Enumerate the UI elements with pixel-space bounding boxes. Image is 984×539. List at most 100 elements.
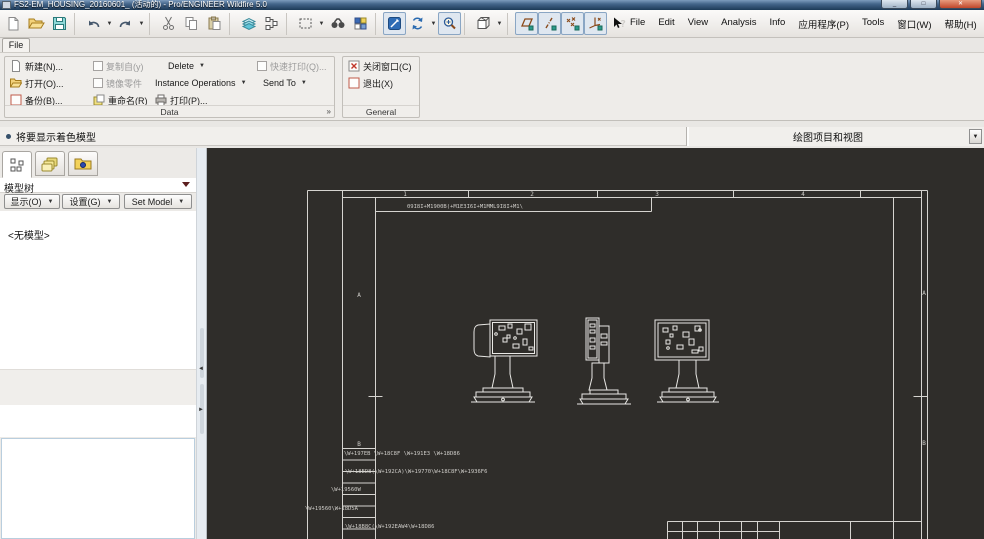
- toolbar-separator: [149, 13, 155, 35]
- title-bar: FS2-EM_HOUSING_20160601_ (活动的) - Pro/ENG…: [0, 0, 984, 10]
- drawing-panel-header: 绘图项目和视图 ▼: [686, 127, 984, 146]
- model-tree-header-dropdown-icon[interactable]: [182, 182, 190, 187]
- folder-browser-tab-icon: [74, 156, 92, 172]
- drawing-panel-dropdown-button[interactable]: ▼: [969, 129, 982, 144]
- context-help-icon[interactable]: ?: [607, 12, 630, 35]
- model-tree-header: 模型树: [0, 178, 196, 193]
- appearance-grid-icon[interactable]: [349, 12, 372, 35]
- tab-layer-tree[interactable]: [35, 151, 65, 176]
- drawing-annotations: 09I8I+M1900B(+M1E3I6I+M1MML9I8I+M1\ \W+1…: [305, 204, 523, 530]
- data-group-label: Data: [5, 105, 334, 117]
- side-view[interactable]: [577, 318, 631, 404]
- quick-print-icon: [257, 61, 267, 71]
- model-tree-empty-item[interactable]: <无模型>: [0, 211, 196, 242]
- open-button[interactable]: 打开(O)...: [10, 76, 64, 90]
- menu-help[interactable]: 帮助(H): [945, 17, 977, 31]
- redo-icon[interactable]: [114, 12, 137, 35]
- datum-csys-icon[interactable]: [584, 12, 607, 35]
- view-orientation-icon[interactable]: [472, 12, 495, 35]
- delete-button[interactable]: Delete▼: [168, 59, 205, 73]
- menu-bar: File Edit View Analysis Info 应用程序(P) Too…: [630, 17, 981, 31]
- mirror-part-button[interactable]: 镜像零件: [93, 76, 142, 90]
- navigator-splitter[interactable]: ◄ ►: [196, 148, 207, 539]
- shaded-view-icon[interactable]: [383, 12, 406, 35]
- close-window-button[interactable]: 关闭窗口(C): [348, 59, 412, 73]
- copy-icon[interactable]: [180, 12, 203, 35]
- tab-folder-browser[interactable]: [68, 151, 98, 176]
- close-button[interactable]: ✕: [939, 0, 982, 9]
- message-text: 将要显示着色模型: [16, 129, 96, 144]
- collapse-left-icon[interactable]: ◄: [198, 366, 204, 372]
- minimize-button[interactable]: _: [881, 0, 908, 9]
- datum-planes-icon[interactable]: [515, 12, 538, 35]
- send-to-button[interactable]: Send To▼: [263, 76, 307, 90]
- select-box-icon[interactable]: [294, 12, 317, 35]
- copy-from-icon: [93, 61, 103, 71]
- navigator-lower-strip: [0, 369, 196, 405]
- front-view[interactable]: [471, 320, 537, 402]
- undo-icon[interactable]: [82, 12, 105, 35]
- annotation: \W+19560\W+18D5A: [305, 506, 359, 512]
- data-group-chevron-icon[interactable]: »: [327, 107, 331, 116]
- drawing-canvas[interactable]: 1 2 3 4 A A B B 09I8I+M1900B(+M1E3I6I+M1…: [207, 148, 984, 539]
- annotation: \W+18ED8(\W+192CA)\W+19770\W+18C8F\W+193…: [345, 469, 487, 475]
- navigator-panel: 模型树 显示(O)▼ 设置(G)▼ Set Model▼ <无模型>: [0, 148, 196, 539]
- layer-tree-tab-icon: [41, 156, 59, 172]
- select-dropdown-arrow[interactable]: ▼: [317, 13, 326, 34]
- model-tree-tab-icon: [9, 157, 25, 173]
- find-icon[interactable]: [326, 12, 349, 35]
- expand-right-icon[interactable]: ►: [198, 407, 204, 413]
- navigator-bottom-pane: [1, 438, 195, 539]
- drawing-panel-title: 绘图项目和视图: [687, 129, 969, 144]
- cut-icon[interactable]: [157, 12, 180, 35]
- repaint-icon[interactable]: [406, 12, 429, 35]
- zone-number: 4: [801, 191, 805, 198]
- new-button[interactable]: 新建(N)...: [10, 59, 63, 73]
- zone-number: 2: [530, 191, 534, 198]
- repaint-dropdown-arrow[interactable]: ▼: [429, 13, 438, 34]
- instance-operations-button[interactable]: Instance Operations▼: [155, 76, 247, 90]
- maximize-button[interactable]: □: [910, 0, 937, 9]
- menu-applications[interactable]: 应用程序(P): [798, 17, 849, 31]
- new-icon[interactable]: [2, 12, 25, 35]
- menu-info[interactable]: Info: [769, 17, 785, 31]
- save-icon[interactable]: [48, 12, 71, 35]
- instance-operations-dropdown-arrow: ▼: [241, 80, 247, 86]
- copy-from-button[interactable]: 复制自(y): [93, 59, 144, 73]
- back-view[interactable]: [655, 320, 719, 402]
- model-tree-icon[interactable]: [260, 12, 283, 35]
- menu-window[interactable]: 窗口(W): [897, 17, 931, 31]
- toolbar-separator: [74, 13, 80, 35]
- menu-view[interactable]: View: [688, 17, 708, 31]
- toolbar-separator: [507, 13, 513, 35]
- menu-analysis[interactable]: Analysis: [721, 17, 756, 31]
- ribbon-tab-file[interactable]: File: [2, 38, 30, 52]
- app-icon: [2, 1, 11, 9]
- ribbon-group-data: 新建(N)... 复制自(y) Delete▼ 快速打印(Q)... 打开(O)…: [4, 56, 335, 118]
- layers-icon[interactable]: [237, 12, 260, 35]
- settings-button[interactable]: 设置(G)▼: [62, 194, 120, 209]
- exit-button[interactable]: 退出(X): [348, 76, 393, 90]
- menu-file[interactable]: File: [630, 17, 645, 31]
- datum-axes-icon[interactable]: [538, 12, 561, 35]
- zone-number: 3: [655, 191, 659, 198]
- toolbar-separator: [286, 13, 292, 35]
- toolbar-separator: [229, 13, 235, 35]
- datum-points-icon[interactable]: [561, 12, 584, 35]
- view-orientation-dropdown-arrow[interactable]: ▼: [495, 13, 504, 34]
- undo-dropdown-arrow[interactable]: ▼: [105, 13, 114, 34]
- open-icon[interactable]: [25, 12, 48, 35]
- show-button[interactable]: 显示(O)▼: [4, 194, 60, 209]
- svg-text:?: ?: [620, 19, 626, 30]
- menu-edit[interactable]: Edit: [658, 17, 674, 31]
- set-model-button[interactable]: Set Model▼: [124, 194, 192, 209]
- tab-model-tree[interactable]: [2, 151, 32, 178]
- redo-dropdown-arrow[interactable]: ▼: [137, 13, 146, 34]
- quick-print-button[interactable]: 快速打印(Q)...: [257, 59, 327, 73]
- zoom-in-icon[interactable]: [438, 12, 461, 35]
- message-bullet-icon: [6, 134, 11, 139]
- paste-icon[interactable]: [203, 12, 226, 35]
- general-group-label: General: [343, 105, 419, 117]
- menu-tools[interactable]: Tools: [862, 17, 884, 31]
- ribbon-group-general: 关闭窗口(C) 退出(X) General: [342, 56, 420, 118]
